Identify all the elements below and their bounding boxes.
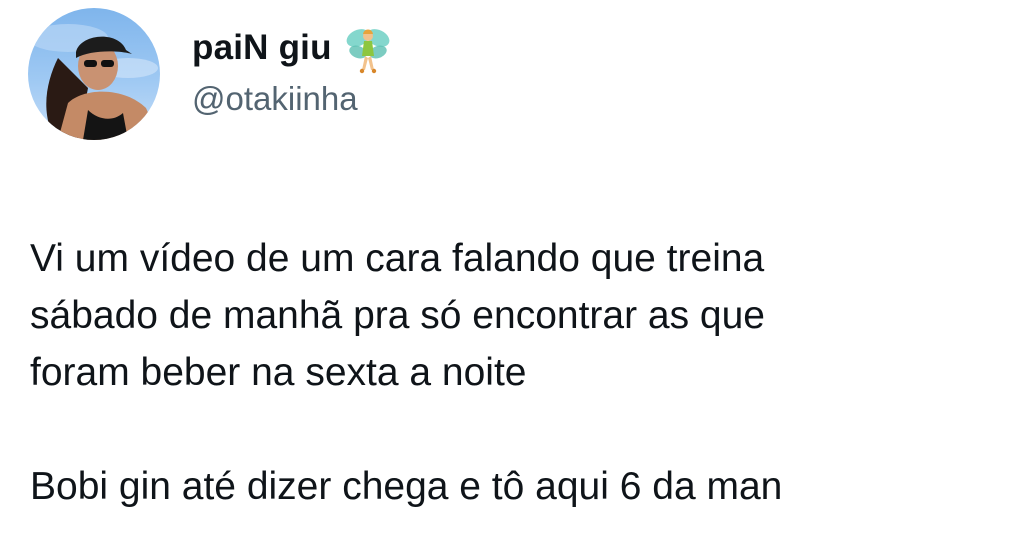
fairy-icon [340,22,396,78]
avatar-image [28,24,160,140]
avatar[interactable] [28,8,160,140]
tweet-card: paiN giu @otakiinha Vi um vídeo de um ca… [0,0,1024,538]
tweet-line: Vi um vídeo de um cara falando que trein… [30,237,765,280]
author-name-row[interactable]: paiN giu [192,22,396,74]
display-name[interactable]: paiN giu [192,28,332,68]
tweet-line-cut-off: Bobi gin até dizer chega e tô aqui 6 da … [30,465,783,508]
tweet-text: Vi um vídeo de um cara falando que trein… [30,230,1024,515]
tweet-line: sábado de manhã pra só encontrar as que [30,294,766,337]
tweet-line: foram beber na sexta a noite [30,351,527,394]
author-handle[interactable]: @otakiinha [192,80,358,118]
